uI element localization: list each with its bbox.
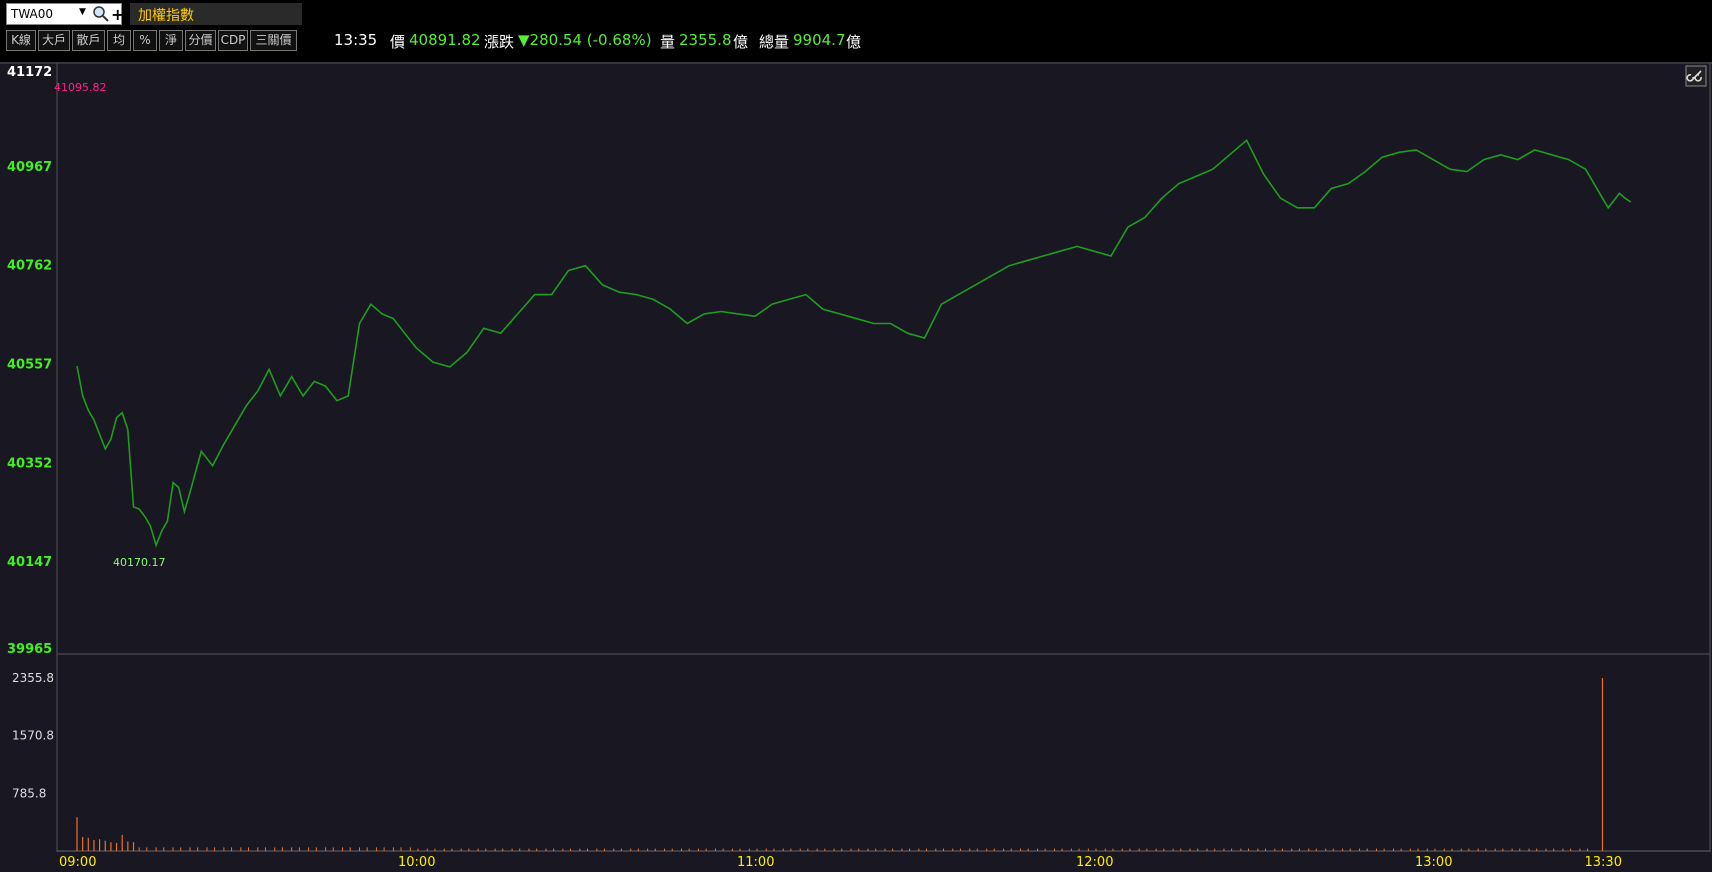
high-label: 41095.82 <box>54 81 107 94</box>
time-tick-label: 13:30 <box>1585 855 1622 870</box>
price-tick-label: 40762 <box>7 259 52 274</box>
time-tick-label: 12:00 <box>1076 855 1113 870</box>
price-tick-label: 40147 <box>7 555 52 570</box>
price-tick-label: 40352 <box>7 456 52 471</box>
volume-tick-label: 785.8 <box>12 786 46 800</box>
time-tick-label: 10:00 <box>398 855 435 870</box>
price-tick-label: 40557 <box>7 358 52 373</box>
price-tick-label: 40967 <box>7 160 52 175</box>
intraday-chart: 41172 40967 40762 40557 40352 40147 39965 41095… <box>0 62 1712 872</box>
time-tick-label: 13:00 <box>1415 855 1452 870</box>
volume-tick-label: 2355.8 <box>12 671 54 685</box>
volume-tick-label: 1570.8 <box>12 729 54 743</box>
price-tick-label: 39965 <box>7 642 52 657</box>
low-label: 40170.17 <box>113 556 166 569</box>
time-tick-label: 09:00 <box>59 855 96 870</box>
link-icon[interactable] <box>1685 65 1707 87</box>
price-tick-label: 41172 <box>7 65 52 80</box>
time-tick-label: 11:00 <box>737 855 774 870</box>
